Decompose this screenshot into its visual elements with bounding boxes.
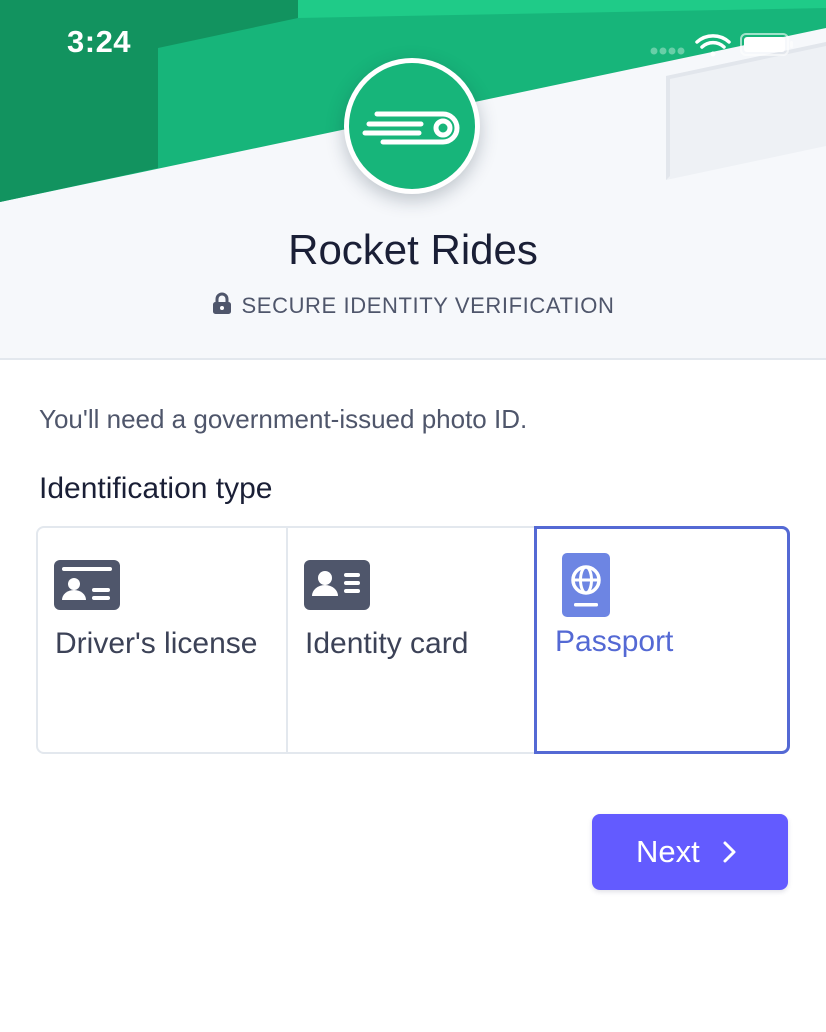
id-type-option-identity-card[interactable]: Identity card: [286, 526, 536, 754]
wifi-icon: [695, 34, 731, 57]
subtitle-text: SECURE IDENTITY VERIFICATION: [241, 293, 615, 318]
status-bar-icons: [650, 33, 793, 57]
app-title: Rocket Rides: [288, 226, 538, 273]
passport-icon: [562, 553, 610, 617]
id-type-option-passport[interactable]: Passport: [534, 526, 790, 754]
id-type-selector: Driver's license Identity card Passport: [36, 526, 790, 754]
rocket-rides-logo-icon: [362, 111, 460, 145]
status-bar-time: 3:24: [67, 24, 132, 59]
next-button-label: Next: [636, 834, 700, 869]
id-type-option-drivers-license[interactable]: Driver's license: [36, 526, 288, 754]
drivers-license-icon: [54, 560, 120, 610]
app-logo: [344, 58, 480, 194]
id-type-label: Driver's license: [55, 627, 258, 660]
id-type-label: Passport: [555, 625, 674, 658]
chevron-right-icon: [723, 841, 736, 863]
identity-card-icon: [304, 560, 370, 610]
identification-type-label: Identification type: [39, 472, 273, 505]
next-button[interactable]: Next: [592, 814, 788, 890]
header: 3:24 Rocket Rides SECURE IDENTITY VERIFI…: [0, 0, 826, 360]
lock-icon: [212, 292, 231, 314]
battery-icon: [740, 33, 793, 56]
id-type-label: Identity card: [305, 627, 469, 660]
security-subtitle: SECURE IDENTITY VERIFICATION: [0, 292, 826, 319]
id-requirement-text: You'll need a government-issued photo ID…: [39, 404, 528, 434]
cellular-signal-icon: [650, 47, 685, 55]
